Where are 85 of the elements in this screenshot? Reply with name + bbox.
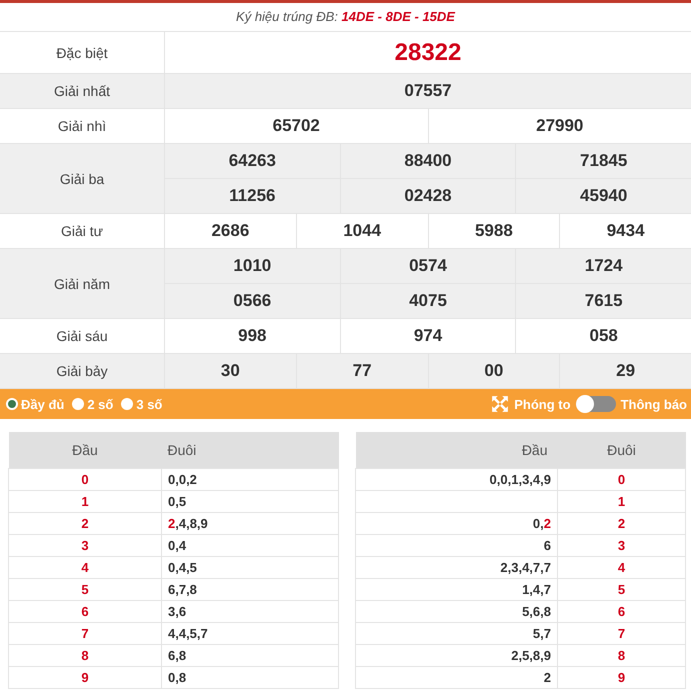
- table-cell: 2: [356, 666, 558, 688]
- prize-label: Giải nhì: [0, 109, 165, 143]
- table-cell: 6: [8, 600, 162, 622]
- table-cell: 0: [8, 468, 162, 490]
- prize-number: 07557: [403, 80, 453, 102]
- prize-label: Đặc biệt: [0, 32, 165, 73]
- table-cell: 0,0,1,3,4,9: [356, 468, 558, 490]
- prize-number: 0574: [340, 249, 516, 283]
- table-cell: 6,8: [162, 644, 338, 666]
- prize-label: Giải ba: [0, 144, 165, 213]
- prize-number: 00: [428, 354, 560, 388]
- prize-number: 71845: [515, 144, 691, 178]
- prize-number: 2686: [210, 220, 250, 242]
- table-cell: 5,6,8: [356, 600, 558, 622]
- prize-label: Giải tư: [0, 214, 165, 248]
- prize-number: 88400: [340, 144, 516, 178]
- table-cell: 2: [8, 512, 162, 534]
- column-header: Đầu: [8, 432, 162, 468]
- prize-number: 1010: [232, 255, 272, 277]
- notification-toggle[interactable]: [576, 396, 616, 412]
- column-header: Đầu: [356, 432, 558, 468]
- table-cell: 2,3,4,7,7: [356, 556, 558, 578]
- table-cell: 3: [8, 534, 162, 556]
- prize-number: 9434: [559, 214, 691, 248]
- table-cell: 6: [356, 534, 558, 556]
- zoom-button[interactable]: Phóng to: [491, 395, 571, 413]
- table-cell: 0,8: [162, 666, 338, 688]
- prize-number: 7615: [515, 284, 691, 318]
- table-cell: 7: [8, 622, 162, 644]
- column-header: Đuôi: [162, 432, 338, 468]
- table-cell: 0,4: [162, 534, 338, 556]
- prize-number: 02428: [340, 179, 516, 213]
- table-cell: 5,7: [356, 622, 558, 644]
- prize-label: Giải nhất: [0, 74, 165, 108]
- table-cell: 1,4,7: [356, 578, 558, 600]
- table-cell: 2,5,8,9: [356, 644, 558, 666]
- table-cell: 0,0,2: [162, 468, 338, 490]
- prize-number: 65702: [272, 115, 321, 137]
- prize-number: 4075: [340, 284, 516, 318]
- table-cell: 0,2: [356, 512, 558, 534]
- table-cell: 4,4,5,7: [162, 622, 338, 644]
- table-cell: 1: [8, 490, 162, 512]
- table-cell: 8: [558, 644, 686, 666]
- table-cell: 0,5: [162, 490, 338, 512]
- table-cell: 6: [558, 600, 686, 622]
- table-cell: 9: [558, 666, 686, 688]
- table-cell: 1: [558, 490, 686, 512]
- table-cell: 0,4,5: [162, 556, 338, 578]
- radio-option[interactable]: 2 số: [72, 396, 114, 412]
- prize-number: 11256: [228, 185, 276, 207]
- expand-icon: [491, 395, 510, 413]
- prize-number: 998: [237, 325, 268, 347]
- prize-number: 0566: [232, 290, 272, 312]
- notification-label: Thông báo: [620, 396, 687, 412]
- table-cell: 8: [8, 644, 162, 666]
- table-cell: 5: [558, 578, 686, 600]
- prize-number: 1044: [296, 214, 428, 248]
- column-header: Đuôi: [558, 432, 686, 468]
- prize-number: 5988: [428, 214, 560, 248]
- table-cell: 4: [8, 556, 162, 578]
- prize-number: 27990: [428, 109, 691, 143]
- prize-number: 1724: [515, 249, 691, 283]
- prize-number: 77: [296, 354, 428, 388]
- table-cell: 5: [8, 578, 162, 600]
- prize-number: 45940: [515, 179, 691, 213]
- table-cell: 3,6: [162, 600, 338, 622]
- table-cell: 9: [8, 666, 162, 688]
- prize-number: 28322: [394, 38, 462, 68]
- table-cell: 6,7,8: [162, 578, 338, 600]
- prize-label: Giải bảy: [0, 354, 165, 388]
- table-cell: 0: [558, 468, 686, 490]
- table-cell: 3: [558, 534, 686, 556]
- prize-label: Giải sáu: [0, 319, 165, 353]
- prize-number: 29: [559, 354, 691, 388]
- radio-option[interactable]: 3 số: [121, 396, 162, 412]
- table-cell: 2: [558, 512, 686, 534]
- table-cell: 4: [558, 556, 686, 578]
- prize-number: 974: [340, 319, 516, 353]
- prize-number: 30: [220, 360, 241, 382]
- radio-option[interactable]: Đầy đủ: [6, 396, 64, 412]
- table-cell: 7: [558, 622, 686, 644]
- table-cell: 2,4,8,9: [162, 512, 338, 534]
- prize-number: 64263: [228, 150, 277, 172]
- prize-number: 058: [515, 319, 691, 353]
- prize-label: Giải năm: [0, 249, 165, 318]
